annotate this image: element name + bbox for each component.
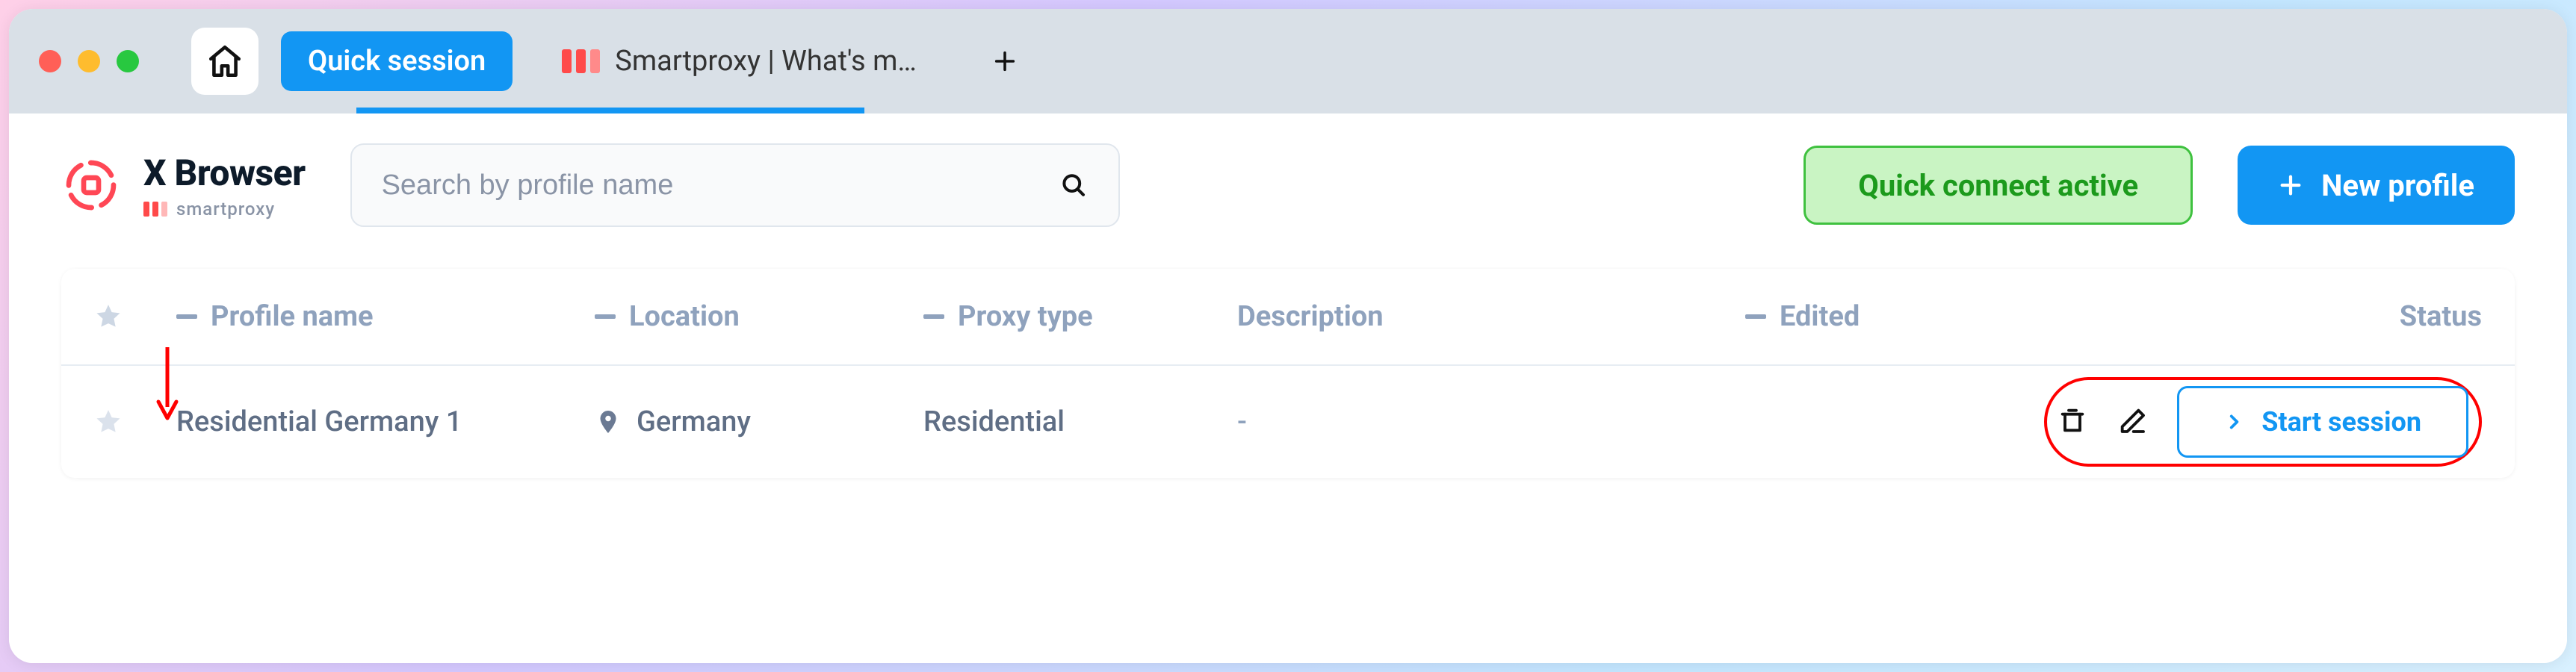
window-maximize-button[interactable] [117,50,139,72]
new-tab-button[interactable] [988,45,1021,78]
column-proxy-type[interactable]: Proxy type [923,300,1237,333]
smartproxy-mini-icon [143,202,167,217]
app-logo: X Browser smartproxy [61,152,306,220]
cell-description: - [1237,405,1745,438]
home-icon [206,43,244,80]
plus-icon [992,49,1018,74]
column-status[interactable]: Status [2044,300,2482,333]
smartproxy-icon [562,49,600,73]
annotation-highlight: Start session [2044,377,2482,467]
cell-actions: Start session [2044,377,2482,467]
new-profile-button[interactable]: New profile [2238,146,2515,225]
header-row: X Browser smartproxy Quick connect activ… [61,143,2515,227]
tab-bar: Quick session Smartproxy | What's m… [9,9,2567,113]
chevron-right-icon [2224,412,2244,432]
table-header: Profile name Location Proxy type Descrip… [61,269,2515,366]
search-input[interactable] [382,169,1060,202]
column-location[interactable]: Location [595,300,923,333]
column-edited[interactable]: Edited [1745,300,2044,333]
trash-icon [2058,405,2087,435]
tab-quick-session[interactable]: Quick session [281,31,513,91]
tab-smartproxy[interactable]: Smartproxy | What's m… [535,31,944,91]
tab-label: Smartproxy | What's m… [615,45,917,78]
app-subtitle: smartproxy [176,199,275,220]
home-button[interactable] [191,28,258,95]
edit-button[interactable] [2117,405,2147,438]
window-controls [39,50,139,72]
start-session-label: Start session [2261,406,2421,438]
cell-location: Germany [595,405,923,438]
plus-icon [2278,172,2303,198]
star-icon [94,302,123,331]
profiles-table: Profile name Location Proxy type Descrip… [61,269,2515,478]
window-minimize-button[interactable] [78,50,100,72]
status-badge-label: Quick connect active [1858,168,2138,203]
new-profile-label: New profile [2321,168,2474,203]
annotation-arrow [152,343,182,426]
column-profile-name[interactable]: Profile name [176,300,595,333]
quick-connect-status[interactable]: Quick connect active [1803,146,2193,225]
app-window: Quick session Smartproxy | What's m… [9,9,2567,663]
search-box[interactable] [350,143,1120,227]
location-pin-icon [595,408,622,435]
active-tab-underline [356,108,864,113]
column-description[interactable]: Description [1237,300,1745,333]
edit-icon [2117,405,2147,435]
star-icon [94,408,123,436]
start-session-button[interactable]: Start session [2177,386,2468,458]
xbrowser-logo-icon [61,155,121,215]
table-row: Residential Germany 1 Germany Residentia… [61,366,2515,478]
cell-proxy-type: Residential [923,405,1237,438]
column-favorite[interactable] [94,302,176,331]
search-icon [1059,170,1088,200]
cell-profile-name: Residential Germany 1 [176,405,595,438]
app-title: X Browser [143,152,306,194]
delete-button[interactable] [2058,405,2087,438]
tab-label: Quick session [308,45,486,78]
content-area: X Browser smartproxy Quick connect activ… [9,113,2567,663]
window-close-button[interactable] [39,50,61,72]
app-subtitle-block: smartproxy [143,199,306,220]
